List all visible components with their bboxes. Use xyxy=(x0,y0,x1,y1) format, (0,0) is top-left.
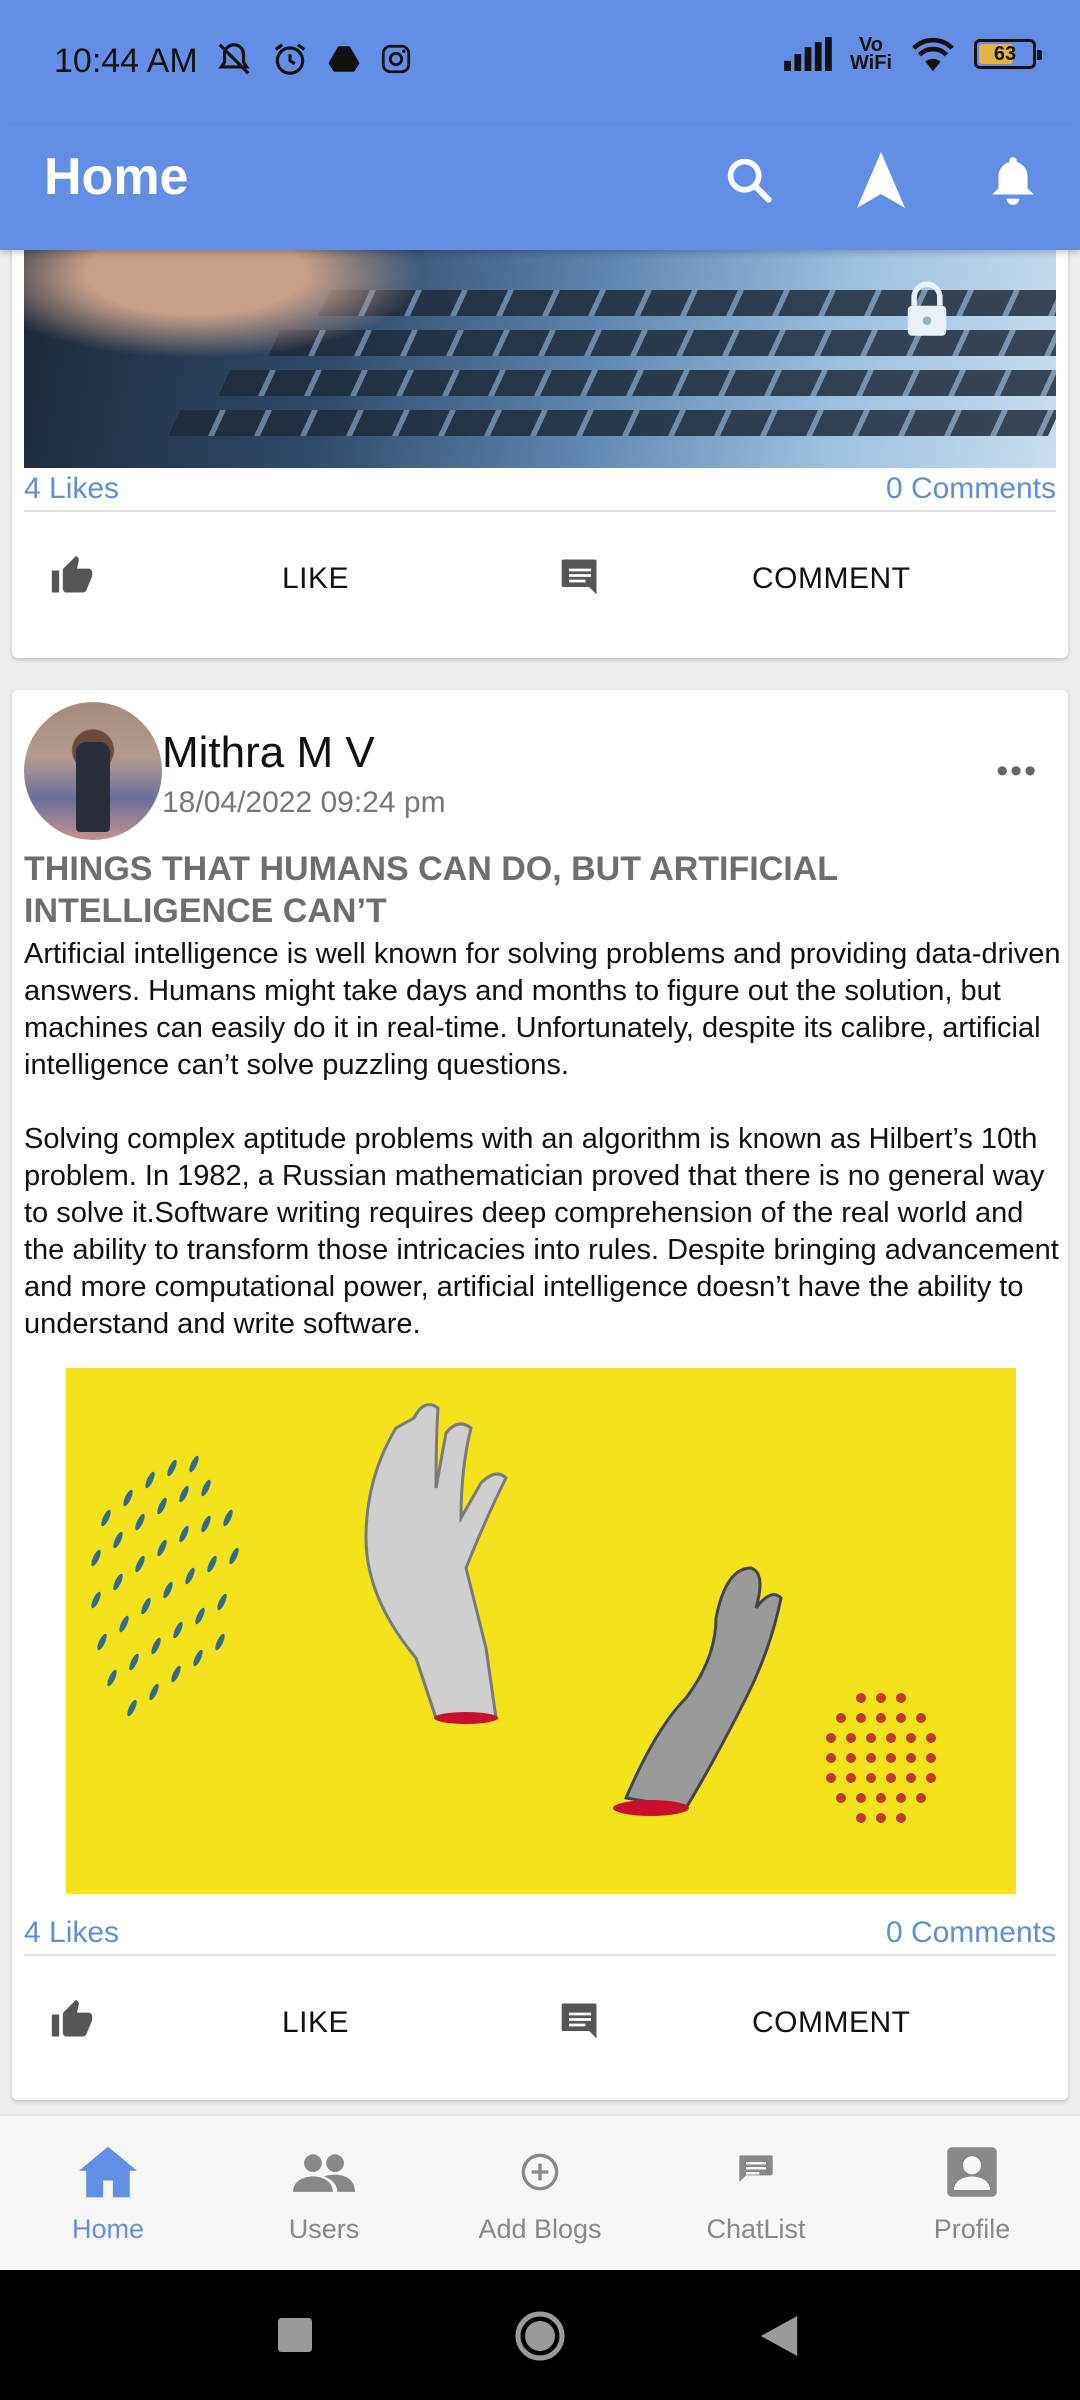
nav-item-chatlist[interactable]: ChatList xyxy=(648,2116,864,2270)
battery-level: 63 xyxy=(993,42,1017,65)
nav-label: Add Blogs xyxy=(478,2214,602,2244)
nav-item-add-blogs[interactable]: Add Blogs xyxy=(432,2116,648,2270)
divider xyxy=(24,510,1056,512)
app-bar: Home xyxy=(0,125,1080,250)
bell-icon xyxy=(992,157,1034,205)
post-card: 4 Likes 0 Comments LIKE COMMENT xyxy=(12,190,1068,658)
search-icon xyxy=(727,158,772,203)
comments-count[interactable]: 0 Comments xyxy=(886,1916,1056,1950)
battery-icon: 63 xyxy=(974,39,1042,69)
nav-item-profile[interactable]: Profile xyxy=(864,2116,1080,2270)
post-date: 18/04/2022 09:24 pm xyxy=(162,786,446,819)
add-circle-icon xyxy=(521,2153,559,2191)
mute-icon xyxy=(218,43,250,75)
status-icons-left xyxy=(215,40,413,78)
more-options-icon[interactable]: ••• xyxy=(996,752,1038,791)
comment-button[interactable]: COMMENT xyxy=(752,562,910,596)
post-stats: 4 Likes 0 Comments xyxy=(24,1916,1056,1950)
post-body: Artificial intelligence is well known fo… xyxy=(24,936,1064,1380)
vowifi-icon: Vo WiFi xyxy=(849,35,892,74)
thumbs-up-icon[interactable] xyxy=(50,554,94,598)
search-button[interactable] xyxy=(714,145,784,215)
comment-button[interactable]: COMMENT xyxy=(752,2006,910,2040)
lock-icon xyxy=(907,281,947,336)
wifi-icon xyxy=(912,37,954,72)
likes-count[interactable]: 4 Likes xyxy=(24,1916,119,1950)
recents-button[interactable] xyxy=(278,2318,312,2352)
post-card: Mithra M V 18/04/2022 09:24 pm ••• THING… xyxy=(12,690,1068,2100)
nav-item-users[interactable]: Users xyxy=(216,2116,432,2270)
post-image xyxy=(66,1368,1016,1894)
status-icons-right: Vo WiFi 63 xyxy=(784,35,1042,74)
home-icon xyxy=(79,2146,137,2198)
alarm-icon xyxy=(274,43,306,75)
navigation-button[interactable] xyxy=(846,145,916,215)
chat-icon xyxy=(739,2155,773,2182)
nav-item-home[interactable]: Home xyxy=(0,2116,216,2270)
comments-count[interactable]: 0 Comments xyxy=(886,472,1056,506)
comment-icon[interactable] xyxy=(558,1998,602,2042)
post-illustration xyxy=(91,1403,936,1823)
instagram-icon xyxy=(381,44,411,74)
navigation-icon xyxy=(857,152,905,208)
nav-label: Home xyxy=(71,2214,145,2244)
drive-icon xyxy=(328,46,360,72)
profile-icon xyxy=(947,2147,997,2197)
divider xyxy=(24,1954,1056,1956)
status-bar: 10:44 AM Vo WiFi 63 xyxy=(0,0,1080,125)
like-button[interactable]: LIKE xyxy=(282,562,349,596)
post-paragraph: Solving complex aptitude problems with a… xyxy=(24,1123,1059,1340)
home-button[interactable] xyxy=(514,2310,566,2362)
nav-label: Users xyxy=(288,2214,360,2244)
page-title: Home xyxy=(44,148,189,206)
vowifi-line2: WiFi xyxy=(849,52,892,74)
comment-icon[interactable] xyxy=(558,554,602,598)
system-navigation-bar xyxy=(0,2270,1080,2400)
signal-icon xyxy=(784,37,832,71)
status-time: 10:44 AM xyxy=(54,42,198,80)
nav-label: ChatList xyxy=(706,2214,806,2244)
avatar[interactable] xyxy=(24,702,162,840)
users-icon xyxy=(293,2154,355,2192)
author-name[interactable]: Mithra M V xyxy=(162,728,375,778)
nav-label: Profile xyxy=(933,2214,1011,2244)
thumbs-up-icon[interactable] xyxy=(50,1998,94,2042)
likes-count[interactable]: 4 Likes xyxy=(24,472,119,506)
post-image xyxy=(24,250,1056,468)
like-button[interactable]: LIKE xyxy=(282,2006,349,2040)
back-button[interactable] xyxy=(760,2316,798,2356)
bottom-navigation: Home Users Add Blogs ChatList Profile xyxy=(0,2116,1080,2270)
post-stats: 4 Likes 0 Comments xyxy=(24,472,1056,506)
notifications-button[interactable] xyxy=(978,145,1048,215)
post-paragraph: Artificial intelligence is well known fo… xyxy=(24,938,1061,1081)
post-title: THINGS THAT HUMANS CAN DO, BUT ARTIFICIA… xyxy=(24,850,838,930)
